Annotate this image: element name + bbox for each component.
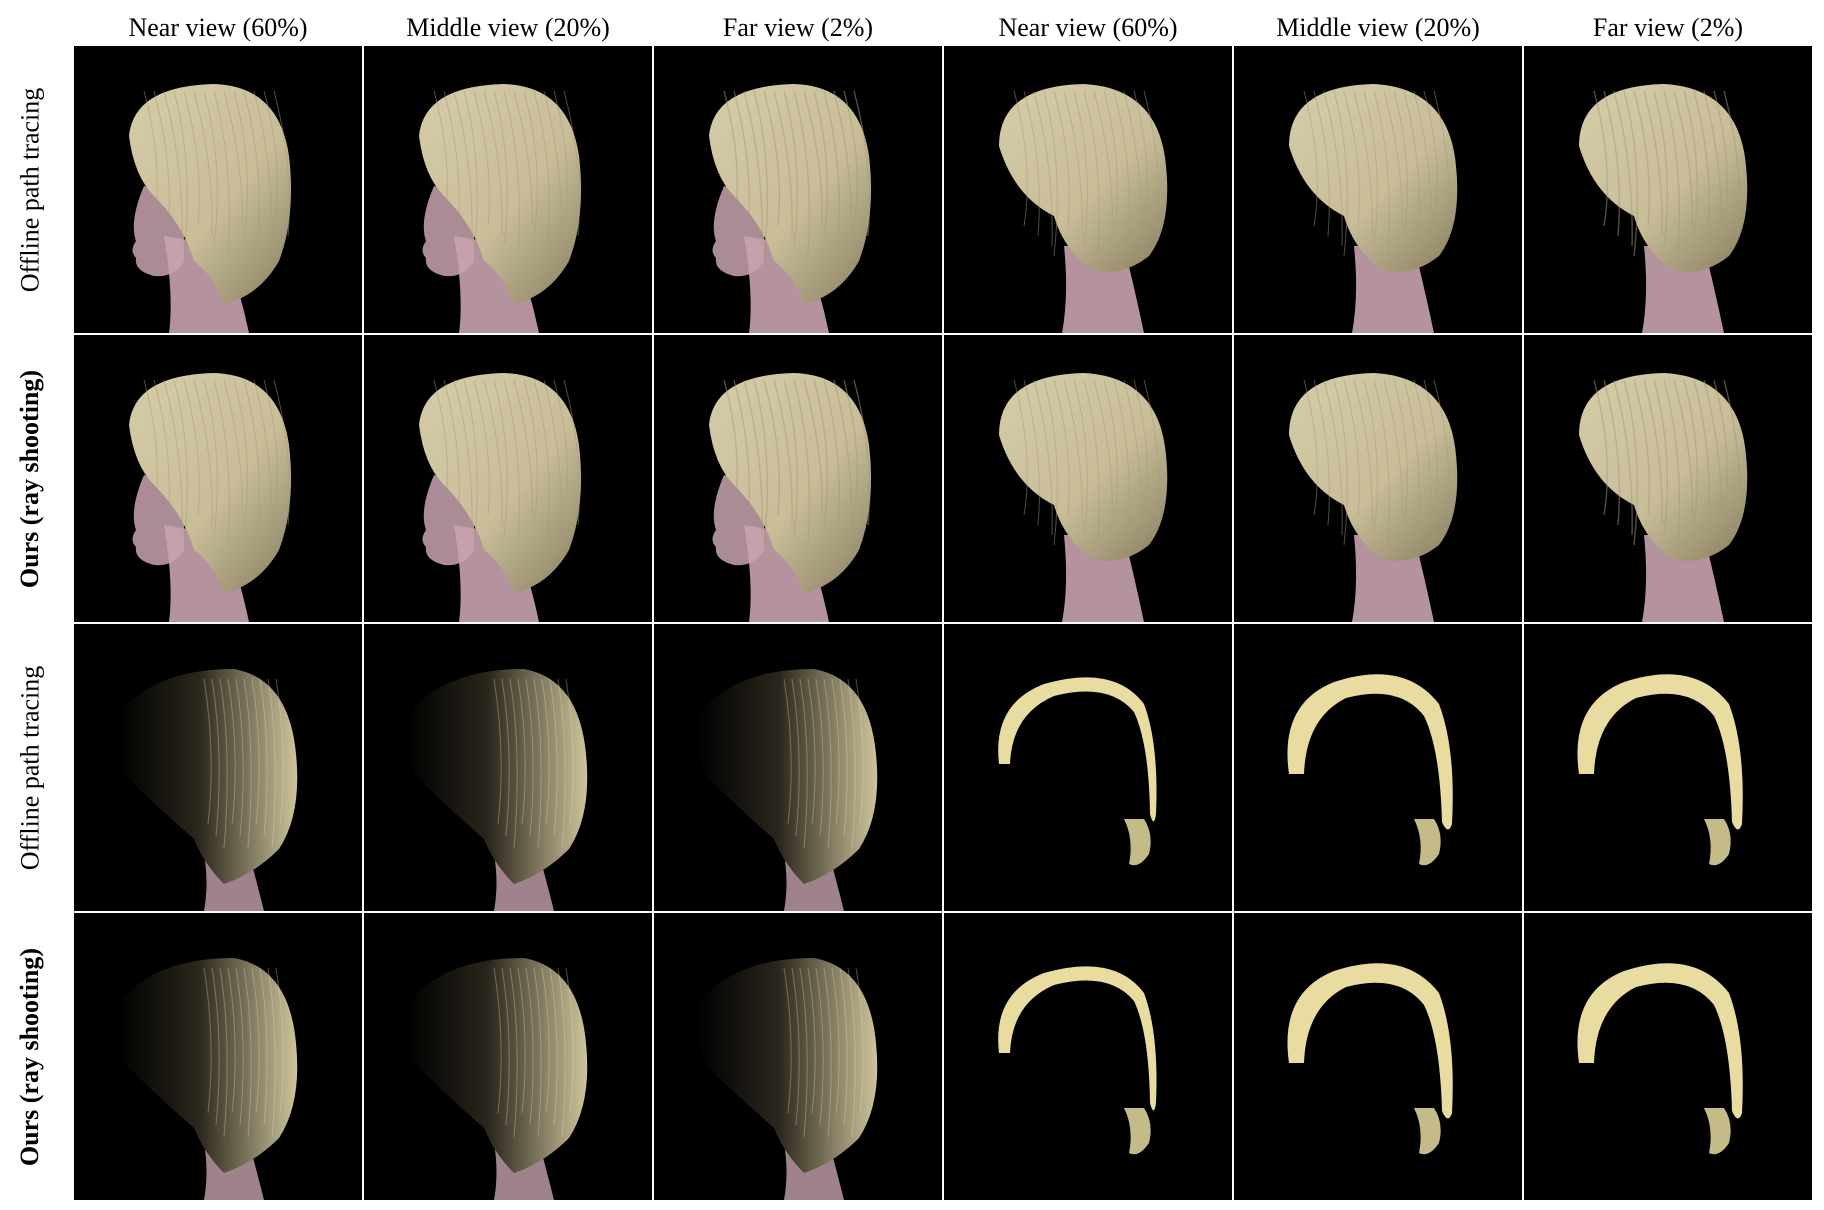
render-cell-r4-c6 bbox=[1524, 913, 1812, 1200]
render-cell-r4-c3 bbox=[654, 913, 942, 1200]
rim-light-tips bbox=[1414, 1108, 1441, 1155]
column-header-5: Middle view (20%) bbox=[1276, 13, 1480, 42]
hair-render-image bbox=[129, 373, 292, 622]
render-cell-r1-c2 bbox=[364, 46, 652, 333]
hair-render-image bbox=[998, 966, 1157, 1155]
row-label-text: Ours (ray shooting) bbox=[15, 947, 44, 1166]
hair-render-image bbox=[1577, 674, 1743, 866]
row-label-3: Offline path tracing bbox=[0, 624, 60, 911]
render-cell-r2-c3 bbox=[654, 335, 942, 622]
render-cell-r4-c4 bbox=[944, 913, 1232, 1200]
hair-render-image bbox=[999, 373, 1168, 622]
render-cell-r2-c6 bbox=[1524, 335, 1812, 622]
figure: Near view (60%) Middle view (20%) Far vi… bbox=[0, 0, 1824, 1210]
hair-render-image bbox=[1287, 963, 1453, 1155]
render-cell-r1-c6 bbox=[1524, 46, 1812, 333]
rim-light-arc bbox=[1577, 674, 1743, 830]
render-cell-r3-c6 bbox=[1524, 624, 1812, 911]
render-cell-r4-c1 bbox=[74, 913, 362, 1200]
rim-light-arc bbox=[998, 966, 1157, 1111]
hair-render-image bbox=[998, 677, 1157, 866]
column-header-1: Near view (60%) bbox=[128, 13, 308, 42]
hair-render-image bbox=[1579, 373, 1748, 622]
render-cell-r3-c3 bbox=[654, 624, 942, 911]
rim-light-arc bbox=[1577, 963, 1743, 1119]
hair-render-image bbox=[1289, 373, 1458, 622]
hair-render-image bbox=[419, 84, 582, 333]
row-label-1: Offline path tracing bbox=[0, 46, 60, 333]
hair-render-image bbox=[117, 669, 298, 911]
render-cell-r3-c2 bbox=[364, 624, 652, 911]
rim-light-tips bbox=[1124, 819, 1151, 866]
row-label-text: Ours (ray shooting) bbox=[15, 369, 44, 588]
hair-render-image bbox=[129, 84, 292, 333]
row-label-2: Ours (ray shooting) bbox=[0, 335, 60, 622]
rim-light-tips bbox=[1414, 819, 1441, 866]
hair-render-image bbox=[1289, 84, 1458, 333]
render-cell-r1-c4 bbox=[944, 46, 1232, 333]
hair-render-image bbox=[407, 958, 588, 1200]
row-label-text: Offline path tracing bbox=[15, 87, 44, 292]
column-header-3: Far view (2%) bbox=[722, 13, 874, 42]
render-cell-r3-c1 bbox=[74, 624, 362, 911]
render-cell-r2-c5 bbox=[1234, 335, 1522, 622]
rim-light-tips bbox=[1704, 819, 1731, 866]
rim-light-tips bbox=[1704, 1108, 1731, 1155]
rim-light-arc bbox=[998, 677, 1157, 822]
render-cell-r2-c2 bbox=[364, 335, 652, 622]
render-cell-r1-c1 bbox=[74, 46, 362, 333]
row-label-4: Ours (ray shooting) bbox=[0, 913, 60, 1200]
hair-render-image bbox=[709, 373, 872, 622]
rim-light-tips bbox=[1124, 1108, 1151, 1155]
render-cell-r4-c2 bbox=[364, 913, 652, 1200]
render-comparison-grid bbox=[74, 46, 1814, 1204]
hair-render-image bbox=[407, 669, 588, 911]
hair-render-image bbox=[1579, 84, 1748, 333]
hair-render-image bbox=[117, 958, 298, 1200]
render-cell-r1-c5 bbox=[1234, 46, 1522, 333]
column-header-4: Near view (60%) bbox=[998, 13, 1178, 42]
rim-light-arc bbox=[1287, 963, 1453, 1119]
row-label-text: Offline path tracing bbox=[15, 665, 44, 870]
render-cell-r2-c4 bbox=[944, 335, 1232, 622]
render-cell-r3-c4 bbox=[944, 624, 1232, 911]
render-cell-r2-c1 bbox=[74, 335, 362, 622]
rim-light-arc bbox=[1287, 674, 1453, 830]
hair-render-image bbox=[1577, 963, 1743, 1155]
hair-render-image bbox=[999, 84, 1168, 333]
column-header-6: Far view (2%) bbox=[1592, 13, 1744, 42]
hair-render-image bbox=[709, 84, 872, 333]
render-cell-r3-c5 bbox=[1234, 624, 1522, 911]
hair-render-image bbox=[419, 373, 582, 622]
render-cell-r4-c5 bbox=[1234, 913, 1522, 1200]
column-header-2: Middle view (20%) bbox=[406, 13, 610, 42]
hair-render-image bbox=[697, 958, 878, 1200]
hair-render-image bbox=[697, 669, 878, 911]
render-cell-r1-c3 bbox=[654, 46, 942, 333]
hair-render-image bbox=[1287, 674, 1453, 866]
